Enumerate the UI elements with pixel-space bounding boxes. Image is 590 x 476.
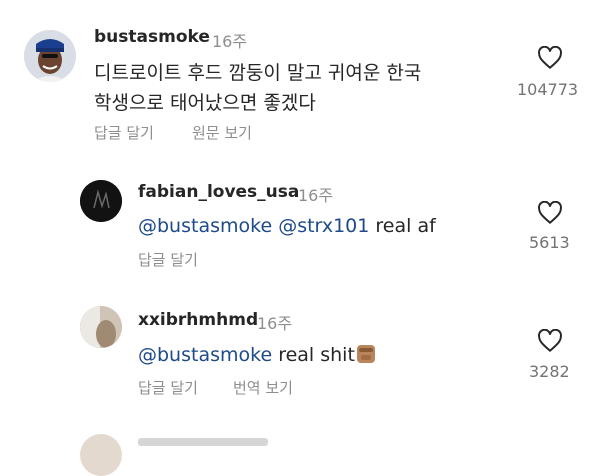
avatar-xxibrhmhmd[interactable] (80, 306, 122, 348)
avatar-bustasmoke[interactable] (24, 30, 76, 82)
heart-outline-icon[interactable] (537, 46, 563, 70)
comment-text-line: 디트로이트 후드 깜둥이 말고 귀여운 한국 (94, 62, 422, 84)
avatar-fabian-loves-usa[interactable] (80, 180, 122, 222)
comment-text-rest: real shit (272, 344, 355, 366)
partial-text-placeholder (138, 438, 268, 446)
mention-link[interactable]: @strx101 (278, 215, 369, 237)
comment-text-rest: real af (369, 215, 436, 237)
timestamp: 16주 (298, 186, 334, 205)
see-original-button[interactable]: 원문 보기 (192, 122, 252, 143)
username[interactable]: fabian_loves_usa (138, 182, 299, 202)
heart-outline-icon[interactable] (537, 201, 563, 225)
reply-button[interactable]: 답글 달기 (94, 122, 154, 143)
profile-photo (80, 180, 122, 222)
like-count: 3282 (529, 362, 570, 381)
username[interactable]: bustasmoke (94, 27, 210, 47)
timestamp: 16주 (212, 32, 248, 51)
see-translation-button[interactable]: 번역 보기 (233, 377, 293, 398)
reply-button[interactable]: 답글 달기 (138, 249, 198, 270)
profile-photo (24, 30, 76, 82)
raised-fist-emoji-icon (356, 345, 375, 363)
like-count: 5613 (529, 233, 570, 252)
profile-photo (80, 306, 122, 348)
mention-link[interactable]: @bustasmoke (138, 215, 272, 237)
timestamp: 16주 (257, 314, 293, 333)
username[interactable]: xxibrhmhmd (138, 310, 258, 330)
avatar-partial (80, 434, 122, 476)
reply-button[interactable]: 답글 달기 (138, 377, 198, 398)
comment-text: 디트로이트 후드 깜둥이 말고 귀여운 한국 학생으로 태어났으면 좋겠다 (94, 58, 494, 118)
like-count: 104773 (517, 80, 579, 99)
mention-link[interactable]: @bustasmoke (138, 344, 272, 366)
comment-text-line: 학생으로 태어났으면 좋겠다 (94, 92, 316, 114)
comment-text: @bustasmoke @strx101 real af (138, 211, 436, 241)
heart-outline-icon[interactable] (537, 329, 563, 353)
comment-text: @bustasmoke real shit (138, 340, 375, 370)
